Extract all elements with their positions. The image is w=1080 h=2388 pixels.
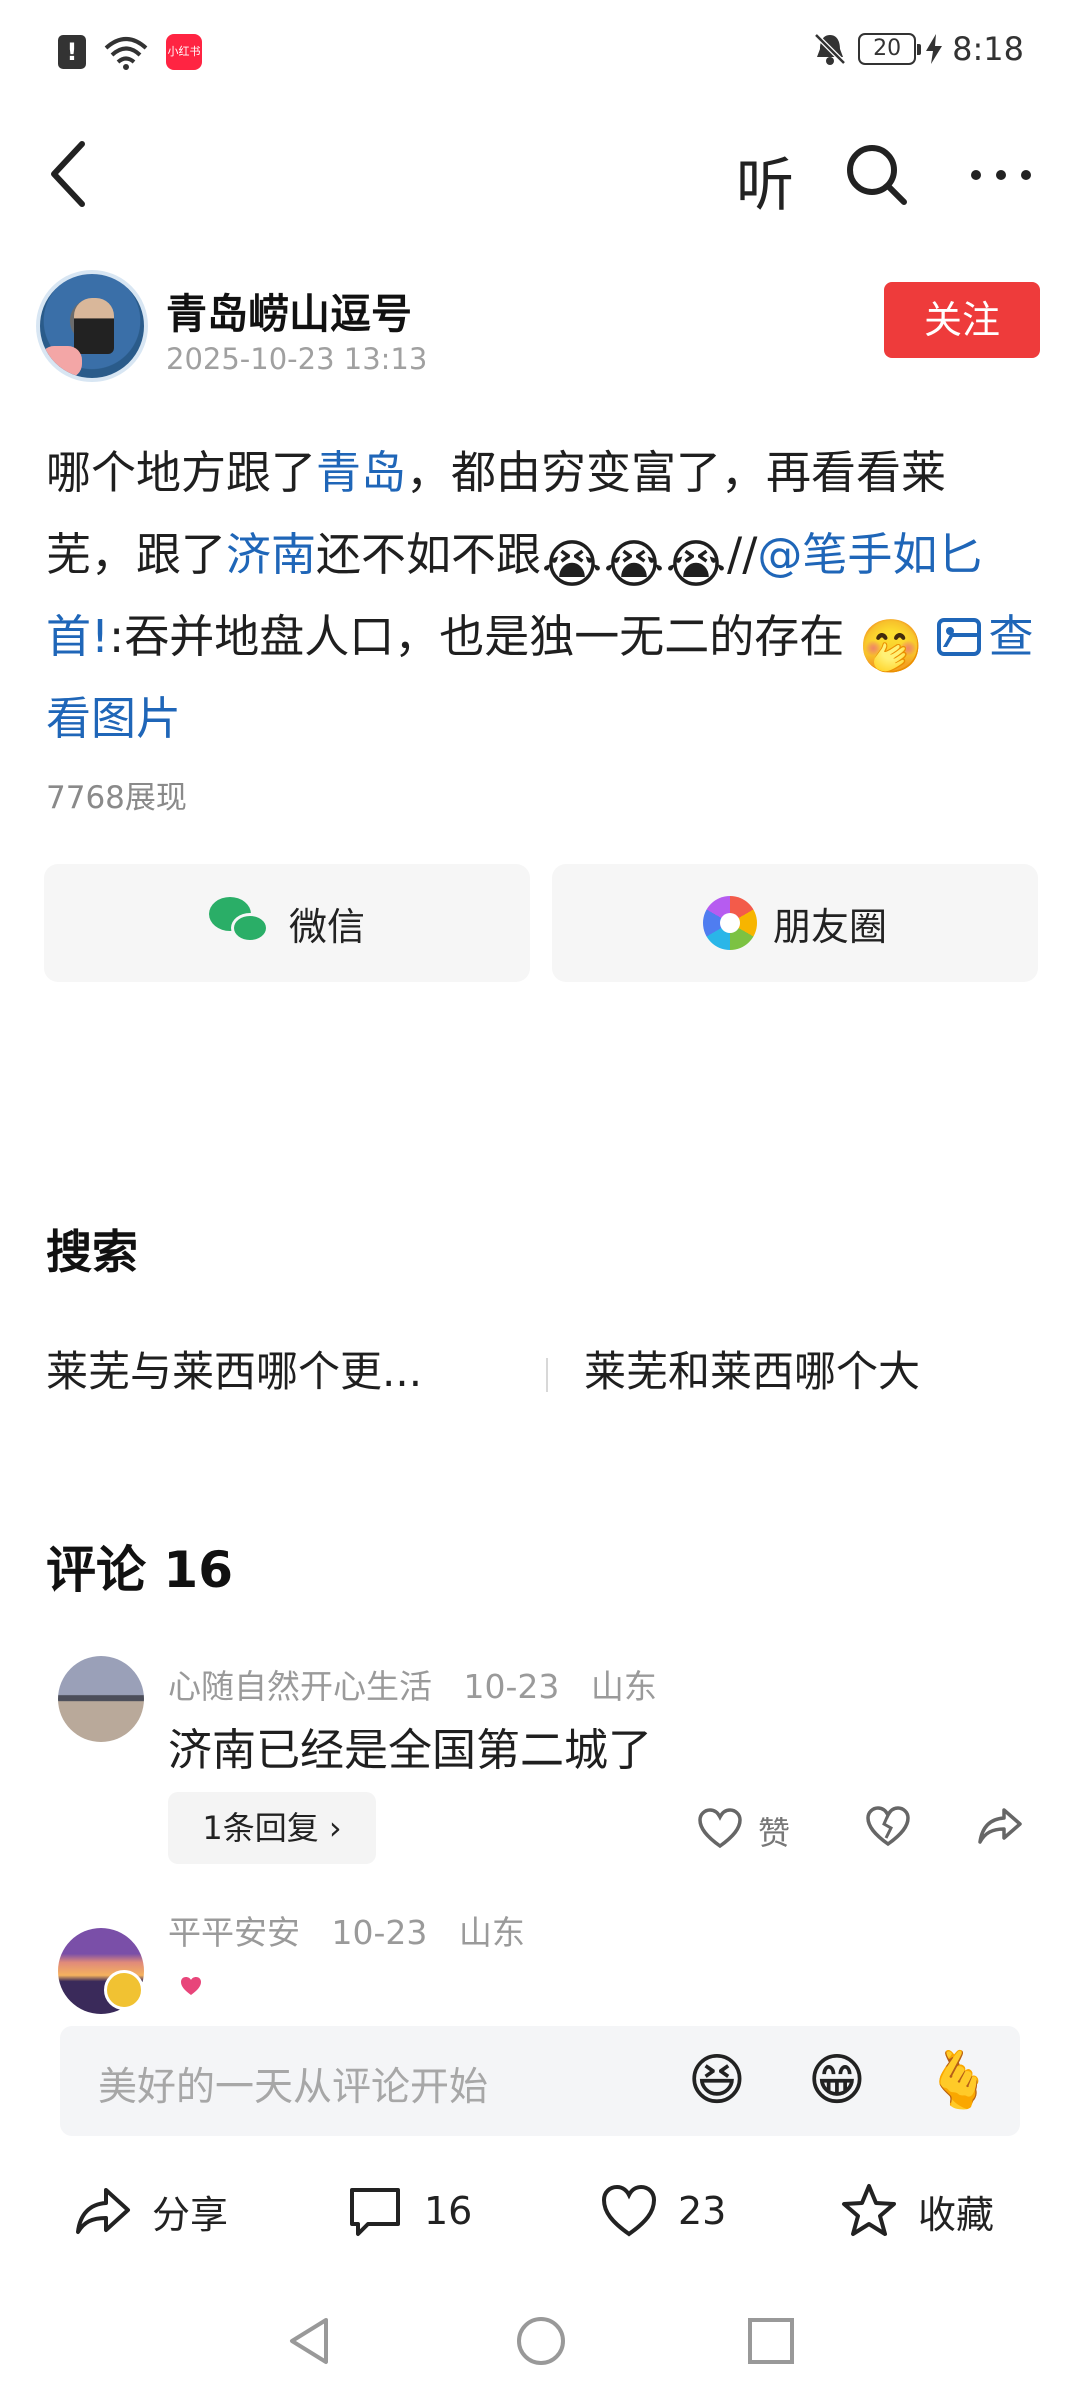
comment-text: 济南已经是全国第二城了 — [168, 1725, 652, 1776]
comment-date: 10-23 — [463, 1667, 560, 1706]
like-count: 23 — [678, 2189, 727, 2233]
comments-title: 评论 16 — [46, 1541, 233, 1599]
laugh-cry-emoji: 😭 — [603, 535, 665, 595]
system-nav-bar — [0, 2290, 1080, 2388]
comment-region: 山东 — [458, 1913, 525, 1952]
like-label[interactable]: 赞 — [758, 1808, 790, 1854]
favorite-label: 收藏 — [918, 2192, 995, 2237]
share-moments-button[interactable]: 朋友圈 — [552, 864, 1038, 982]
emoji-laugh-button[interactable]: 😆 — [684, 2048, 750, 2114]
post-text: // — [727, 528, 758, 581]
wifi-icon — [104, 37, 148, 70]
divider — [546, 1358, 548, 1392]
like-heart-icon — [601, 2184, 657, 2237]
share-label: 分享 — [152, 2192, 229, 2237]
level-badge-icon — [104, 1970, 144, 2010]
status-left-icons: ! 小红书 — [58, 34, 202, 70]
more-icon[interactable] — [966, 140, 1036, 210]
emoji-heart-hand-button[interactable]: 🫰 — [924, 2048, 994, 2114]
shy-emoji: 🤭 — [858, 617, 924, 677]
author-name[interactable]: 青岛崂山逗号 — [166, 280, 412, 340]
system-recents-icon[interactable] — [744, 2314, 798, 2368]
system-back-icon[interactable] — [282, 2314, 336, 2368]
post-time: 2025-10-23 13:13 — [166, 342, 428, 376]
comment-count: 16 — [424, 2189, 473, 2233]
avatar-person-image — [74, 298, 114, 354]
battery-icon: 20 — [858, 33, 922, 65]
laugh-cry-emoji: 😭 — [665, 535, 727, 595]
favorite-button[interactable]: 收藏 — [840, 2182, 994, 2240]
heart-emoji-icon — [181, 1977, 201, 1995]
search-icon[interactable] — [842, 140, 912, 210]
search-section-title: 搜索 — [46, 1225, 138, 1279]
laugh-cry-emoji: 😭 — [541, 535, 603, 595]
share-wechat-button[interactable]: 微信 — [44, 864, 530, 982]
comment-meta: 心随自然开心生活 10-23 山东 — [168, 1660, 657, 1708]
like-button[interactable]: 23 — [600, 2182, 726, 2240]
comment-input[interactable]: 美好的一天从评论开始 😆 😁 🫰 — [60, 2026, 1020, 2136]
post-body: 哪个地方跟了青岛，都由穷变富了，再看看莱芜，跟了济南还不如不跟😭😭😭//@笔手如… — [46, 432, 1036, 760]
topic-link-jinan[interactable]: 济南 — [226, 528, 316, 581]
comment-icon — [350, 2188, 400, 2236]
app-notification-icon: 小红书 — [166, 34, 202, 70]
comment-date: 10-23 — [331, 1913, 428, 1952]
status-time: 8:18 — [952, 30, 1024, 68]
post-text: :吞并地盘人口，也是独一无二的存在 — [109, 610, 845, 663]
charging-icon — [926, 34, 943, 64]
star-icon — [842, 2184, 896, 2236]
listen-button[interactable]: 听 — [736, 138, 794, 222]
search-suggestion[interactable]: 莱芜与莱西哪个更... — [46, 1338, 422, 1399]
moments-icon — [702, 896, 757, 950]
author-avatar[interactable] — [36, 270, 148, 382]
comment-button[interactable]: 16 — [346, 2182, 472, 2240]
bottom-action-bar: 分享 16 23 收藏 — [0, 2160, 1080, 2260]
emoji-grin-button[interactable]: 😁 — [804, 2048, 870, 2114]
comment-region: 山东 — [590, 1667, 657, 1706]
system-home-icon[interactable] — [514, 2314, 568, 2368]
status-right-icons: 20 8:18 — [812, 30, 1024, 68]
alert-icon: ! — [58, 35, 86, 69]
top-nav: 听 — [0, 120, 1080, 230]
post-text: 哪个地方跟了 — [46, 446, 317, 499]
back-icon[interactable] — [40, 136, 100, 212]
comment-meta: 平平安安 10-23 山东 — [168, 1906, 525, 1954]
heart-icon[interactable] — [696, 1806, 744, 1850]
dislike-heart-icon[interactable] — [864, 1804, 912, 1848]
share-wechat-label: 微信 — [288, 904, 365, 949]
share-icon[interactable] — [976, 1804, 1024, 1848]
commenter-avatar[interactable] — [58, 1656, 144, 1742]
commenter-name[interactable]: 心随自然开心生活 — [168, 1667, 432, 1706]
avatar-badge — [40, 346, 82, 378]
wechat-icon — [208, 897, 273, 949]
post-text: 还不如不跟 — [316, 528, 542, 581]
share-moments-label: 朋友圈 — [772, 904, 887, 949]
image-icon — [936, 618, 981, 656]
status-bar: ! 小红书 20 8:18 — [0, 0, 1080, 100]
view-replies-button[interactable]: 1条回复 › — [168, 1792, 376, 1864]
share-arrow-icon — [76, 2188, 130, 2234]
search-suggestion[interactable]: 莱芜和莱西哪个大 — [584, 1338, 920, 1399]
mute-bell-icon — [814, 33, 846, 65]
follow-button[interactable]: 关注 — [884, 282, 1040, 358]
topic-link-qingdao[interactable]: 青岛 — [316, 446, 406, 499]
share-button[interactable]: 分享 — [74, 2182, 228, 2240]
view-count: 7768展现 — [46, 780, 187, 816]
commenter-name[interactable]: 平平安安 — [168, 1913, 300, 1952]
comment-input-placeholder: 美好的一天从评论开始 — [98, 2065, 489, 2110]
